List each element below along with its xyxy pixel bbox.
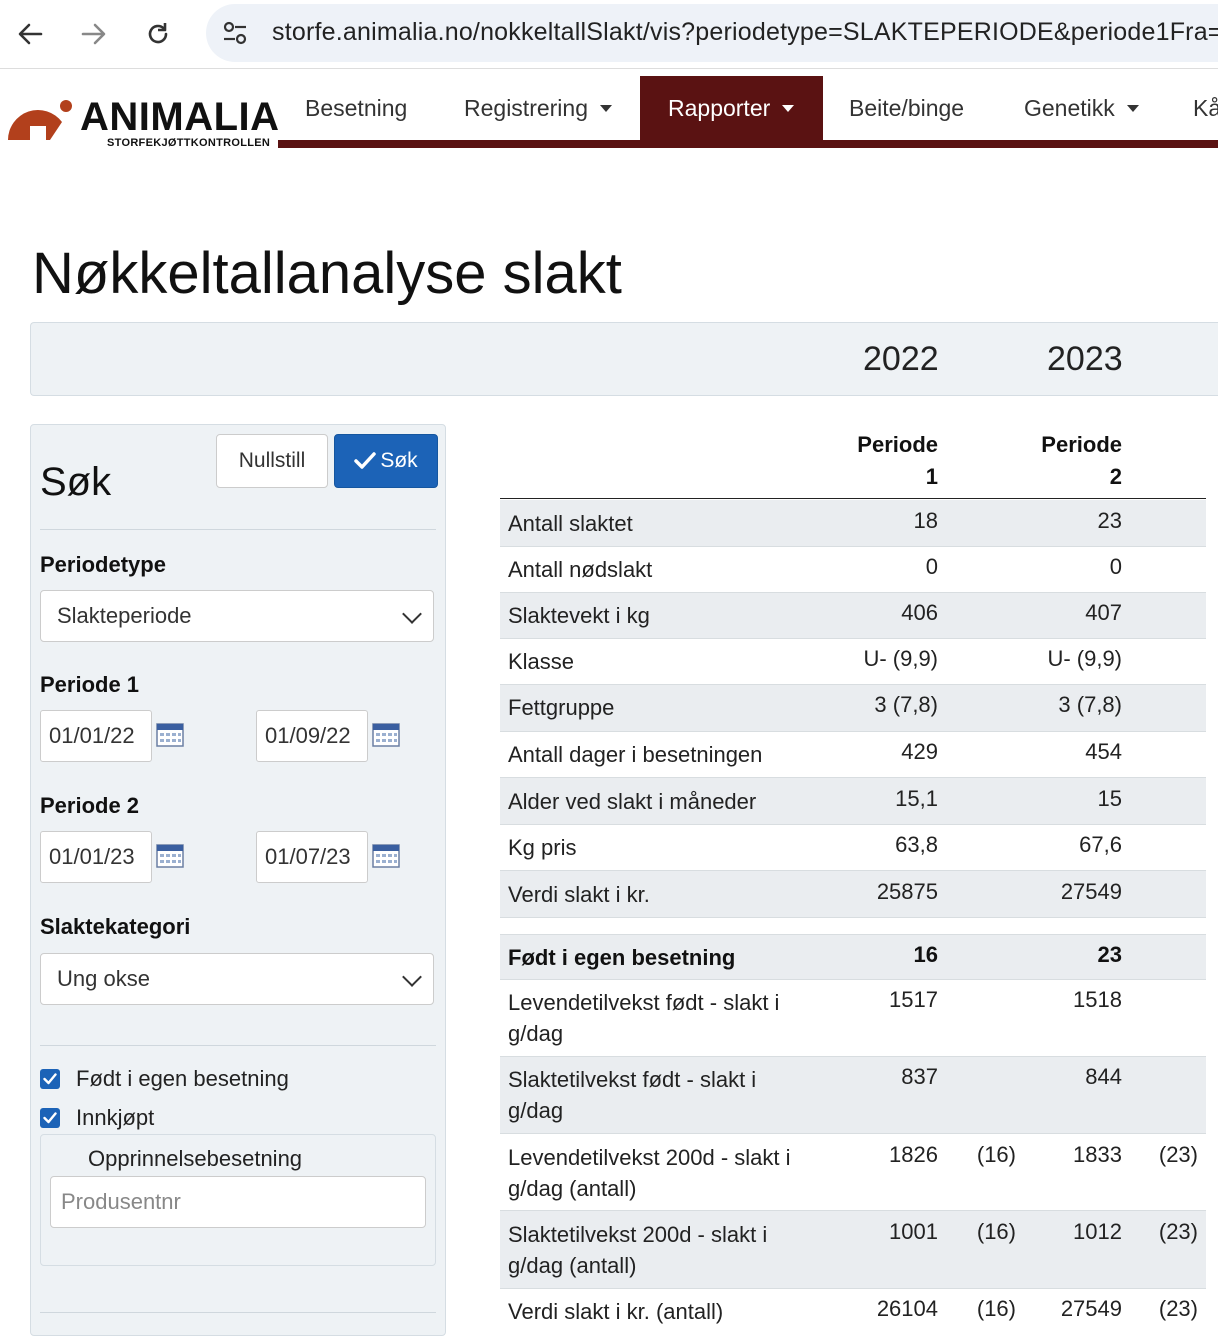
animalia-logo-icon[interactable] [6, 96, 76, 140]
caret-down-icon [600, 104, 612, 112]
browser-toolbar: storfe.animalia.no/nokkeltallSlakt/vis?p… [0, 0, 1218, 69]
divider [40, 1312, 436, 1313]
checkbox-innkjopt[interactable] [40, 1108, 60, 1128]
checkbox-fodt[interactable] [40, 1069, 60, 1089]
table-row: Fettgruppe 3 (7,8) 3 (7,8) [500, 685, 1206, 732]
table-row: Levendetilvekst 200d - slakt i g/dag (an… [500, 1134, 1206, 1211]
checkmark-icon [43, 1073, 57, 1085]
table-row: Verdi slakt i kr. 25875 27549 [500, 871, 1206, 918]
table-row: Kg pris 63,8 67,6 [500, 825, 1206, 871]
checkbox-innkjopt-label: Innkjøpt [76, 1105, 155, 1130]
logo-subtitle: STORFEKJØTTKONTROLLEN [107, 137, 271, 149]
periode1-from-input[interactable]: 01/01/22 [40, 710, 152, 762]
table-header-rule [500, 498, 1206, 499]
calendar-icon[interactable] [372, 844, 400, 868]
address-bar[interactable]: storfe.animalia.no/nokkeltallSlakt/vis?p… [206, 4, 1218, 62]
caret-down-icon [1126, 104, 1139, 112]
table-row: Alder ved slakt i måneder 15,1 15 [500, 778, 1206, 825]
site-settings-icon[interactable] [220, 18, 250, 48]
header-underline [278, 140, 1218, 148]
nav-besetning[interactable]: Besetning [305, 76, 407, 140]
nav-rapporter[interactable]: Rapporter [640, 76, 823, 140]
search-button[interactable]: Søk [334, 434, 438, 488]
nav-beite-binge[interactable]: Beite/binge [849, 76, 964, 140]
reset-button[interactable]: Nullstill [216, 434, 328, 488]
calendar-icon[interactable] [156, 723, 184, 747]
back-icon[interactable] [10, 14, 50, 54]
slaktekategori-select[interactable]: Ung okse [40, 953, 434, 1005]
year-label-2: 2023 [1047, 340, 1123, 378]
year-header-bar [30, 322, 1218, 396]
table-row: Antall nødslakt 0 0 [500, 547, 1206, 593]
table-row: Antall slaktet 18 23 [500, 500, 1206, 547]
col1-header: Periode 1 [857, 432, 938, 489]
year-label-1: 2022 [863, 340, 939, 378]
slaktekategori-label: Slaktekategori [40, 914, 191, 939]
page-title: Nøkkeltallanalyse slakt [32, 241, 622, 306]
periode2-from-input[interactable]: 01/01/23 [40, 831, 152, 883]
search-button-label: Søk [380, 449, 418, 472]
caret-down-icon [782, 104, 795, 112]
periode1-to-input[interactable]: 01/09/22 [256, 710, 368, 762]
chevron-down-icon [402, 604, 422, 624]
checkbox-innkjopt-row[interactable]: Innkjøpt [40, 1103, 154, 1133]
periodetype-value: Slakteperiode [57, 603, 192, 628]
table-row: Klasse U- (9,9) U- (9,9) [500, 639, 1206, 685]
periodetype-label: Periodetype [40, 552, 166, 577]
table-row: Slaktetilvekst 200d - slakt i g/dag (ant… [500, 1211, 1206, 1289]
url-text: storfe.animalia.no/nokkeltallSlakt/vis?p… [272, 18, 1218, 46]
periode1-label: Periode 1 [40, 672, 140, 697]
periode2-to-input[interactable]: 01/07/23 [256, 831, 368, 883]
calendar-icon[interactable] [372, 723, 400, 747]
divider [40, 1045, 436, 1046]
nav-genetikk[interactable]: Genetikk [1024, 76, 1139, 140]
col2-header: Periode 2 [1041, 432, 1122, 489]
table-row: Antall dager i besetningen 429 454 [500, 732, 1206, 778]
search-title: Søk [40, 460, 112, 504]
nav-registrering[interactable]: Registrering [464, 76, 612, 140]
divider [40, 529, 436, 530]
calendar-icon[interactable] [156, 844, 184, 868]
checkbox-fodt-row[interactable]: Født i egen besetning [40, 1064, 289, 1094]
table-row: Slaktevekt i kg 406 407 [500, 593, 1206, 639]
forward-icon[interactable] [74, 14, 114, 54]
periodetype-select[interactable]: Slakteperiode [40, 590, 434, 642]
checkmark-icon [43, 1112, 57, 1124]
checkbox-fodt-label: Født i egen besetning [76, 1066, 289, 1091]
slaktekategori-value: Ung okse [57, 966, 150, 991]
reload-icon[interactable] [138, 14, 178, 54]
table-row-section: Født i egen besetning 16 23 [500, 934, 1206, 980]
table-row: Slaktetilvekst født - slakt i g/dag 837 … [500, 1057, 1206, 1134]
check-icon [354, 452, 377, 469]
table-row: Verdi slakt i kr. (antall) 26104 (16) 27… [508, 1296, 1198, 1324]
produsentnr-input[interactable]: Produsentnr [50, 1176, 426, 1228]
opprinnelse-label: Opprinnelsebesetning [88, 1146, 303, 1171]
nav-ka[interactable]: Kå [1193, 76, 1218, 140]
logo-text[interactable]: ANIMALIA [80, 95, 280, 140]
table-row: Levendetilvekst født - slakt i g/dag 151… [500, 980, 1206, 1057]
chevron-down-icon [402, 967, 422, 987]
periode2-label: Periode 2 [40, 793, 140, 818]
